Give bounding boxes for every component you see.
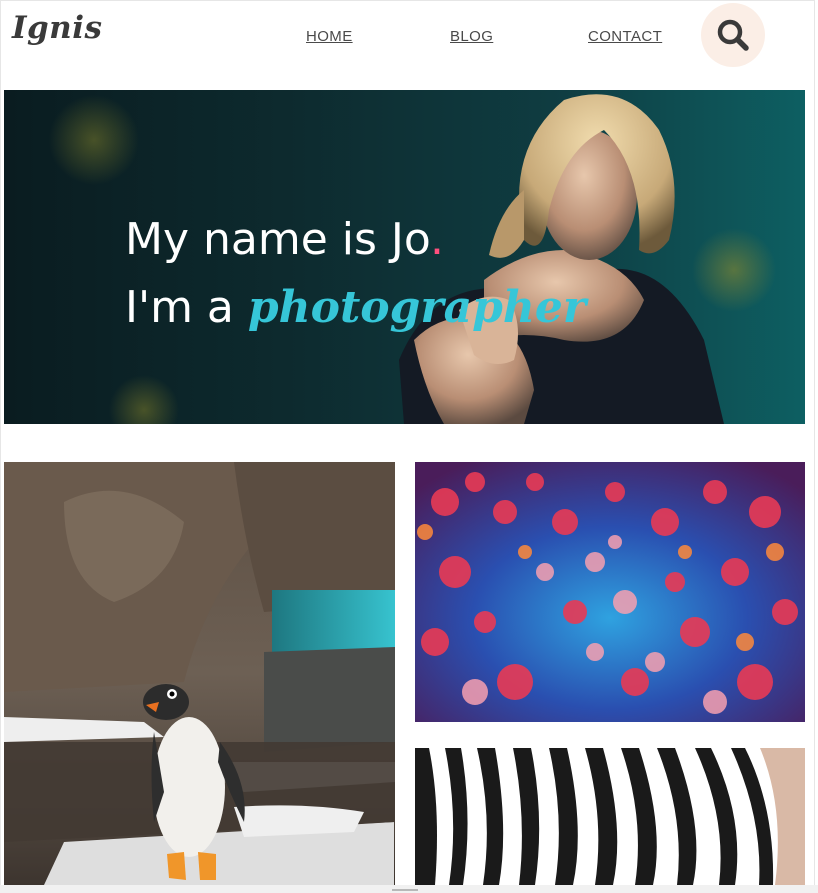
- hero-role: photographer: [247, 282, 587, 333]
- hero-dot: .: [430, 214, 445, 265]
- gallery-tile-jellyfish[interactable]: [415, 462, 805, 722]
- nav-blog[interactable]: BLOG: [450, 28, 493, 45]
- zebra-photo: [415, 748, 805, 885]
- site-logo[interactable]: Ignis: [12, 10, 102, 46]
- hero-intro: My name is Jo: [125, 214, 431, 265]
- gallery-tile-zebra[interactable]: [415, 748, 805, 885]
- nav-contact[interactable]: CONTACT: [588, 28, 662, 45]
- scrollbar-thumb[interactable]: [392, 889, 418, 891]
- search-icon: [717, 19, 749, 51]
- nav-home[interactable]: HOME: [306, 28, 353, 45]
- jellyfish-photo: [415, 462, 805, 722]
- search-button[interactable]: [701, 3, 765, 67]
- hero-role-prefix: I'm a: [125, 282, 248, 333]
- penguin-photo: [4, 462, 395, 885]
- gallery-tile-penguin[interactable]: [4, 462, 395, 885]
- hero-banner: My name is Jo. I'm a photographer: [4, 90, 805, 424]
